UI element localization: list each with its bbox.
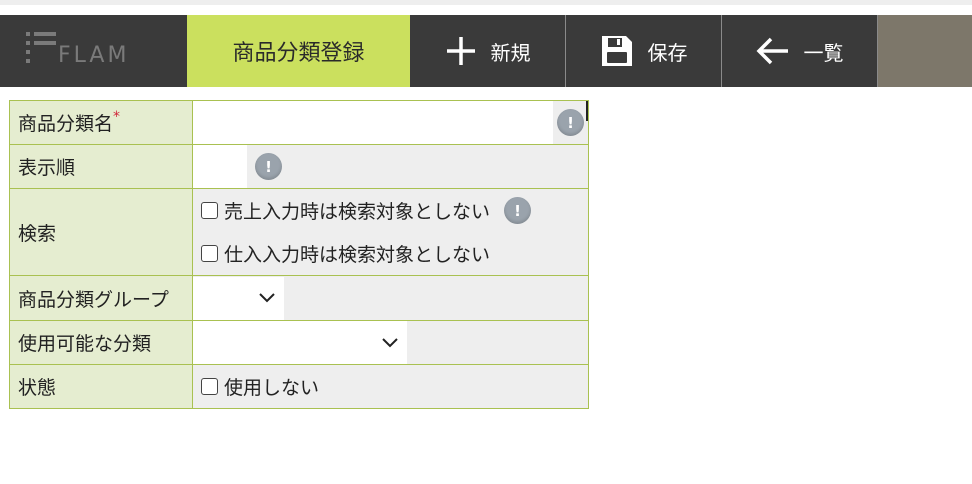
info-icon[interactable]: !	[504, 197, 532, 224]
logo-text: FLAM	[58, 43, 130, 68]
usable-category-select[interactable]	[193, 321, 407, 364]
search-option-sales[interactable]: 売上入力時は検索対象としない !	[193, 189, 588, 232]
save-button-label: 保存	[647, 40, 688, 65]
chevron-down-icon	[381, 337, 399, 349]
category-name-cell: !	[192, 100, 589, 145]
info-icon[interactable]: !	[557, 109, 584, 136]
search-cell: 売上入力時は検索対象としない ! 仕入入力時は検索対象としない	[192, 188, 589, 276]
app-logo[interactable]: FLAM	[0, 15, 187, 87]
display-order-label: 表示順	[9, 144, 193, 189]
floppy-disk-icon	[600, 34, 634, 68]
usable-category-cell	[192, 320, 589, 365]
category-group-label: 商品分類グループ	[9, 275, 193, 321]
sales-exclude-label: 売上入力時は検索対象としない	[224, 201, 491, 223]
purchase-exclude-label: 仕入入力時は検索対象としない	[224, 244, 491, 266]
new-button[interactable]: 新規	[410, 15, 566, 87]
state-label: 状態	[9, 364, 193, 409]
chevron-down-icon	[258, 292, 276, 304]
top-nav: FLAM 商品分類登録 新規 保存 一覧	[0, 15, 972, 87]
not-in-use-label: 使用しない	[224, 377, 320, 399]
category-group-select[interactable]	[193, 276, 284, 320]
new-button-label: 新規	[490, 40, 531, 65]
flam-logo-icon	[26, 32, 56, 66]
sales-exclude-checkbox[interactable]	[201, 202, 218, 219]
required-mark: *	[113, 109, 121, 125]
info-icon[interactable]: !	[255, 153, 282, 180]
category-name-label-text: 商品分類名	[18, 113, 114, 135]
arrow-left-icon	[756, 37, 790, 65]
text-cursor	[586, 101, 588, 121]
display-order-cell: !	[192, 144, 589, 189]
category-group-cell	[192, 275, 589, 321]
search-option-purchase[interactable]: 仕入入力時は検索対象としない	[193, 232, 588, 275]
product-category-form: 商品分類名* ! 表示順 ! 検索 売上入力時は検索対象としない ! 仕入入力時…	[9, 100, 589, 409]
not-in-use-checkbox[interactable]	[201, 378, 218, 395]
category-name-input[interactable]	[193, 101, 553, 144]
nav-filler	[878, 15, 972, 87]
search-label: 検索	[9, 188, 193, 276]
display-order-input[interactable]	[193, 145, 247, 188]
usable-category-label: 使用可能な分類	[9, 320, 193, 365]
tab-label: 商品分類登録	[232, 41, 365, 66]
purchase-exclude-checkbox[interactable]	[201, 245, 218, 262]
state-option[interactable]: 使用しない	[193, 365, 588, 408]
list-button[interactable]: 一覧	[722, 15, 878, 87]
state-cell: 使用しない	[192, 364, 589, 409]
header-spacer	[0, 5, 972, 15]
save-button[interactable]: 保存	[566, 15, 722, 87]
list-button-label: 一覧	[803, 40, 844, 65]
plus-icon	[445, 35, 477, 67]
category-name-label: 商品分類名*	[9, 100, 193, 145]
tab-product-category-register[interactable]: 商品分類登録	[187, 15, 410, 87]
